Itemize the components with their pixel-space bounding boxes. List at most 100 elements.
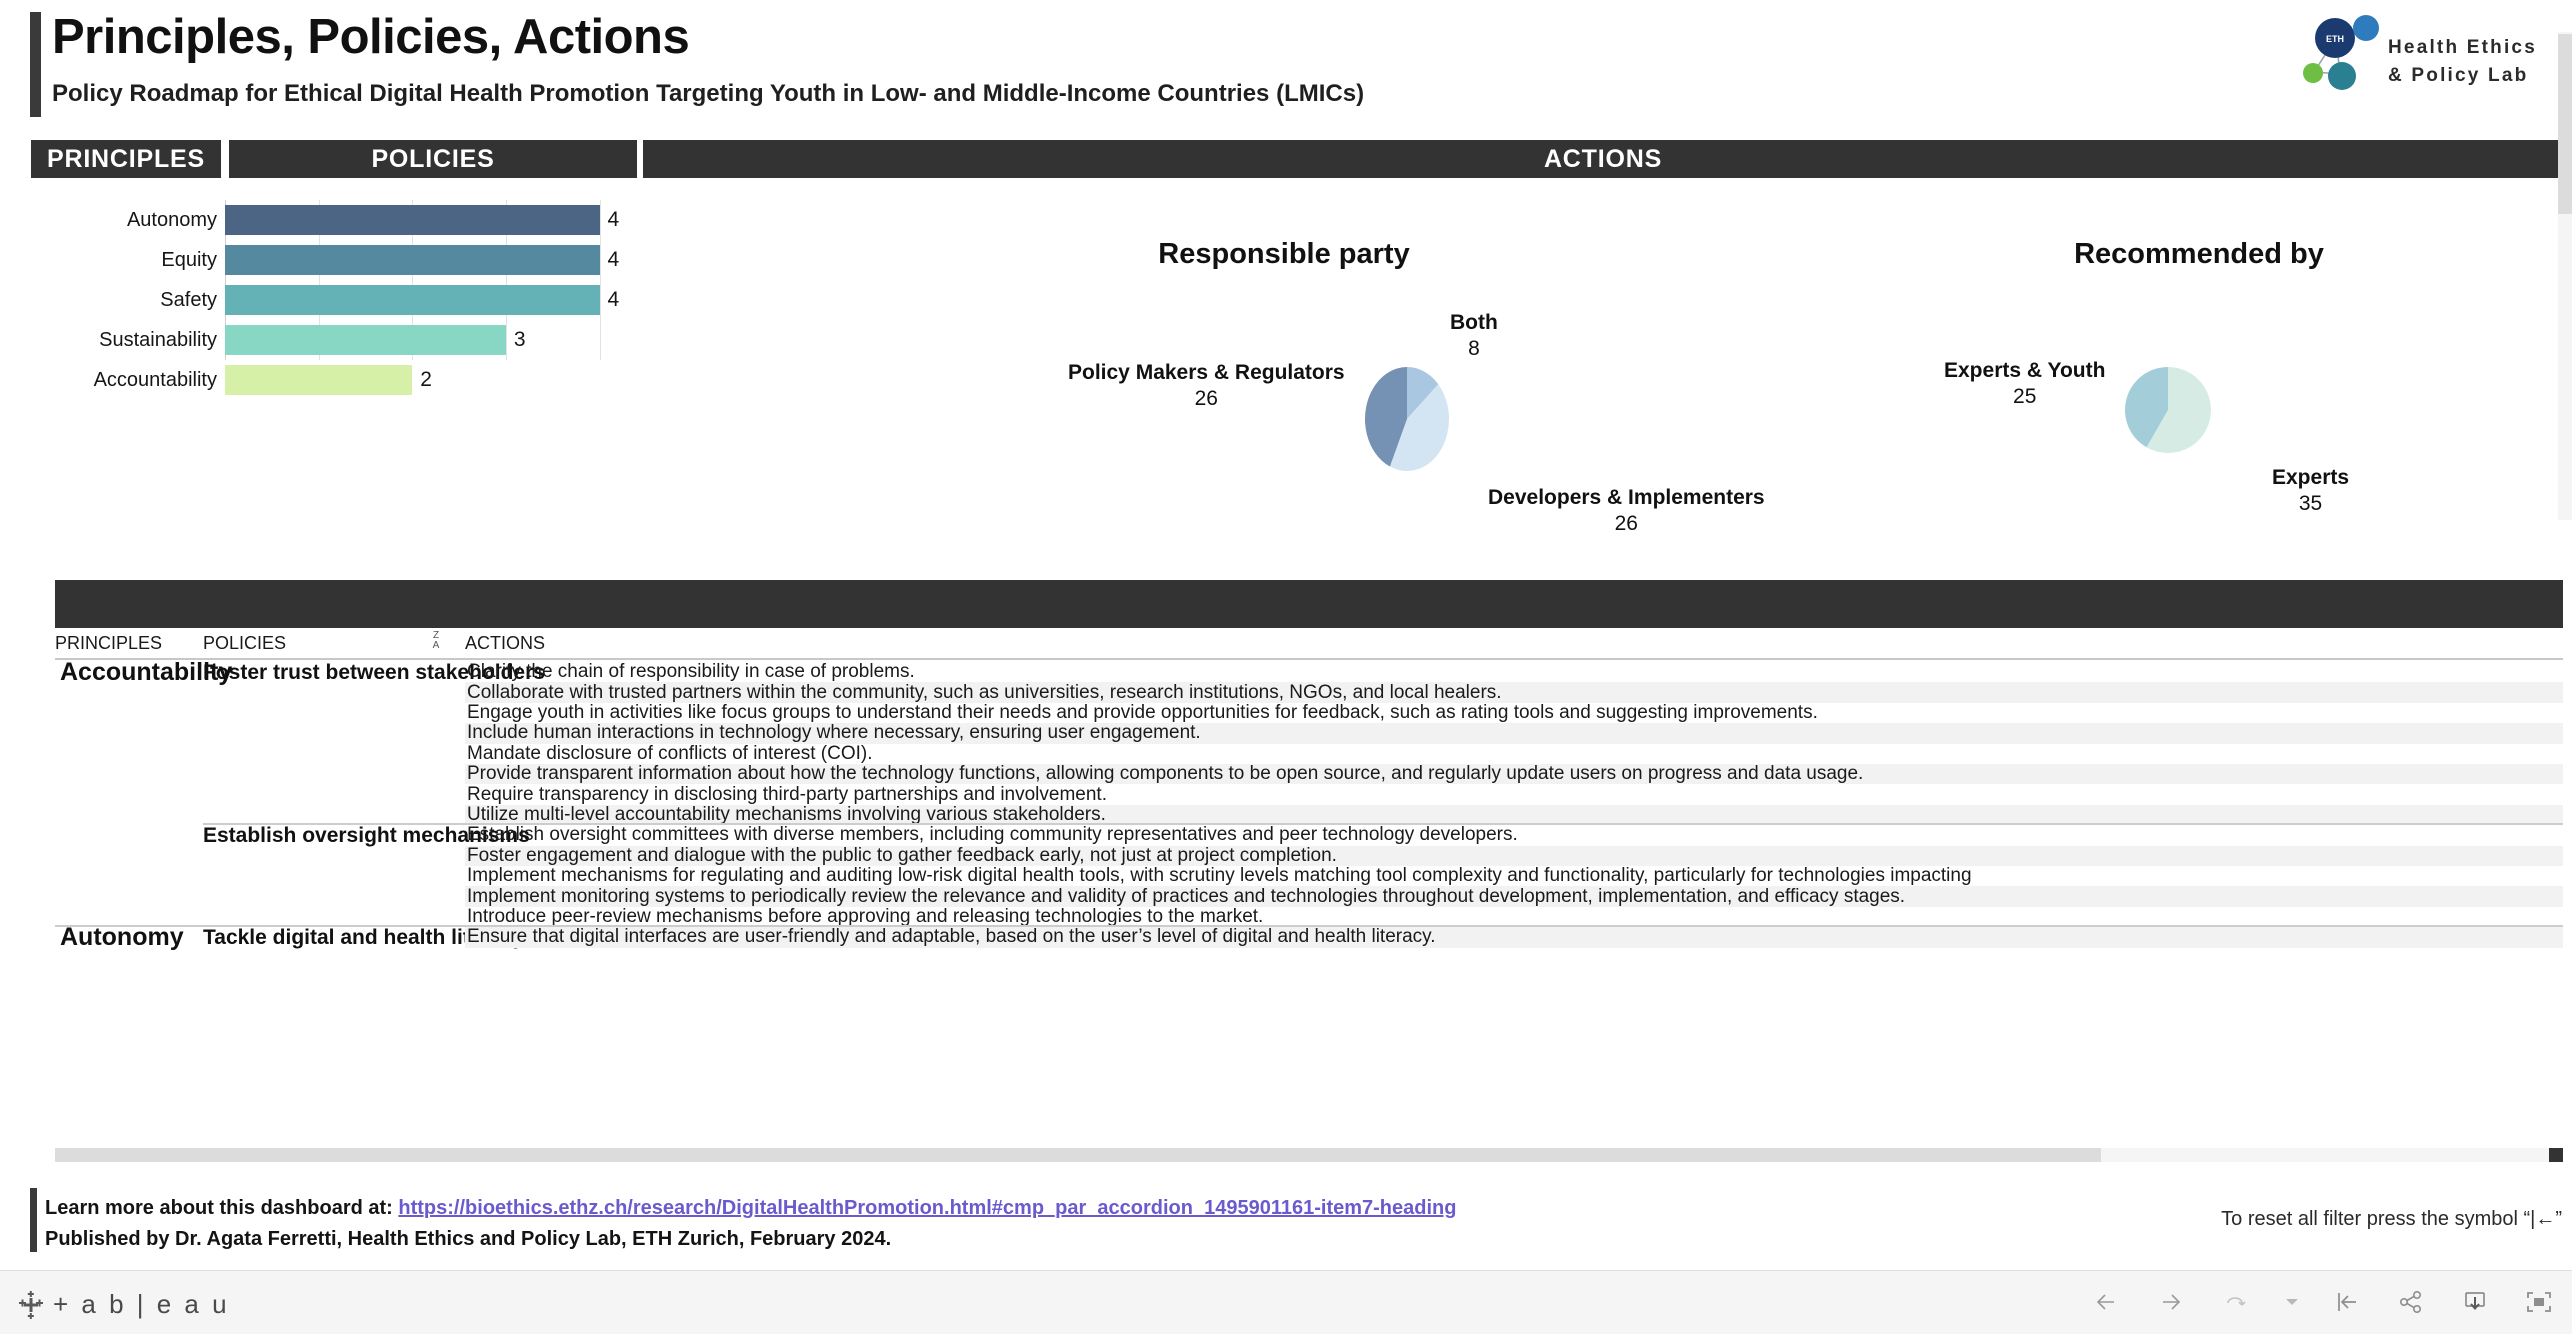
pie-label-policy-makers: Policy Makers & Regulators 26	[1068, 360, 1345, 413]
bar-value-label: 4	[607, 248, 620, 271]
bar-track: 3	[225, 320, 637, 360]
table-horizontal-scrollbar-thumb[interactable]	[55, 1148, 2101, 1162]
pie-label-experts-youth: Experts & Youth 25	[1944, 358, 2105, 411]
section-banner-policies: POLICIES	[229, 140, 637, 178]
health-ethics-policy-lab-logo: ETH Health Ethics & Policy Lab	[2296, 12, 2556, 90]
pie-label-text: Experts	[2272, 466, 2350, 489]
footer-prefix: Learn more about this dashboard at:	[45, 1197, 399, 1219]
action-row[interactable]: Collaborate with trusted partners within…	[465, 682, 2563, 703]
column-header-actions[interactable]: ACTIONS	[465, 628, 545, 658]
pie-label-value: 8	[1468, 337, 1480, 361]
action-row[interactable]: Require transparency in disclosing third…	[465, 784, 2563, 804]
bar-category-label: Autonomy	[126, 208, 217, 231]
responsible-party-chart-title: Responsible party	[1158, 238, 1410, 270]
section-banner-principles: PRINCIPLES	[31, 140, 221, 178]
logo-wordmark: Health Ethics & Policy Lab	[2388, 34, 2537, 89]
table-header-divider	[55, 658, 2563, 660]
bar-category-label: Sustainability	[99, 328, 217, 351]
page-subtitle: Policy Roadmap for Ethical Digital Healt…	[52, 80, 1365, 107]
pie-label-value: 35	[2298, 492, 2323, 516]
download-icon[interactable]	[2458, 1285, 2492, 1319]
revert-icon[interactable]	[2220, 1285, 2254, 1319]
fullscreen-icon[interactable]	[2522, 1285, 2556, 1319]
bar-fill[interactable]	[225, 205, 600, 235]
forward-arrow-icon[interactable]	[2156, 1285, 2190, 1319]
bar-fill[interactable]	[225, 245, 600, 275]
sort-za-icon[interactable]: ZA	[428, 631, 444, 655]
bar-fill[interactable]	[225, 365, 413, 395]
footer-line-1: Learn more about this dashboard at: http…	[45, 1197, 1456, 1220]
pie-label-text: Policy Makers & Regulators	[1068, 361, 1345, 384]
action-row[interactable]: Implement mechanisms for regulating and …	[465, 866, 2563, 886]
bar-row[interactable]: Accountability 2	[31, 360, 637, 400]
bar-track: 4	[225, 240, 637, 280]
reset-filter-hint: To reset all filter press the symbol “|←…	[2221, 1208, 2562, 1230]
table-section-banner	[55, 580, 2563, 628]
dropdown-caret-icon[interactable]	[2284, 1285, 2300, 1319]
bar-row[interactable]: Safety 4	[31, 280, 637, 320]
bar-row[interactable]: Equity 4	[31, 240, 637, 280]
bar-category-label: Accountability	[93, 368, 217, 391]
bar-category-label: Safety	[160, 288, 217, 311]
table-vertical-scrollbar-thumb[interactable]	[2558, 34, 2572, 214]
bar-row[interactable]: Autonomy 4	[31, 200, 637, 240]
page-title: Principles, Policies, Actions	[52, 10, 690, 64]
action-row[interactable]: Implement monitoring systems to periodic…	[465, 886, 2563, 907]
action-row[interactable]: Provide transparent information about ho…	[465, 764, 2563, 785]
pie-label-experts: Experts 35	[2272, 465, 2349, 518]
footer-line-2: Published by Dr. Agata Ferretti, Health …	[45, 1228, 892, 1250]
share-icon[interactable]	[2394, 1285, 2428, 1319]
action-row[interactable]: Clarify the chain of responsibility in c…	[465, 662, 2563, 682]
tableau-wordmark: + a b | e a u	[53, 1289, 230, 1319]
action-row[interactable]: Include human interactions in technology…	[465, 723, 2563, 744]
column-header-principles[interactable]: PRINCIPLES	[55, 628, 162, 658]
pie-label-text: Both	[1450, 311, 1498, 334]
bar-value-label: 4	[607, 288, 620, 311]
action-row[interactable]: Mandate disclosure of conflicts of inter…	[465, 744, 2563, 764]
responsible-party-pie-chart[interactable]	[1363, 365, 1451, 473]
pie-label-value: 26	[1614, 512, 1638, 536]
bar-fill[interactable]	[225, 285, 600, 315]
bar-value-label: 4	[607, 208, 620, 231]
action-row[interactable]: Engage youth in activities like focus gr…	[465, 703, 2563, 723]
bar-track: 2	[225, 360, 637, 400]
action-row[interactable]: Foster engagement and dialogue with the …	[465, 845, 2563, 866]
svg-text:ETH: ETH	[2326, 34, 2344, 44]
reset-icon[interactable]	[2330, 1285, 2364, 1319]
tableau-toolbar[interactable]: + a b | e a u	[0, 1270, 2572, 1334]
principle-cell[interactable]: Autonomy	[60, 923, 184, 952]
action-row[interactable]: Introduce peer-review mechanisms before …	[465, 907, 2563, 927]
pie-label-text: Developers & Implementers	[1488, 486, 1765, 509]
bar-row[interactable]: Sustainability 3	[31, 320, 637, 360]
pie-label-value: 25	[2013, 385, 2037, 409]
bar-value-label: 3	[513, 328, 526, 351]
back-arrow-icon[interactable]	[2092, 1285, 2126, 1319]
action-row[interactable]: Establish oversight committees with dive…	[465, 825, 2563, 845]
recommended-by-chart-title: Recommended by	[2074, 238, 2324, 270]
column-header-policies[interactable]: POLICIES	[203, 628, 286, 658]
tableau-toolbar-icons[interactable]	[2092, 1285, 2556, 1319]
principles-bar-chart[interactable]: Autonomy 4 Equity 4 Safety 4 Sustainability 3 Ac…	[31, 200, 637, 395]
pie-label-developers: Developers & Implementers 26	[1488, 485, 1765, 538]
tableau-logo[interactable]: + a b | e a u	[16, 1289, 230, 1320]
bar-track: 4	[225, 200, 637, 240]
logo-line-2: & Policy Lab	[2388, 64, 2529, 86]
tableau-sparkle-icon	[19, 1290, 43, 1319]
principles-policies-actions-table[interactable]: PRINCIPLES POLICIES ACTIONS ZA Accountab…	[55, 628, 2563, 1148]
recommended-by-pie-chart[interactable]	[2123, 365, 2213, 455]
bar-category-label: Equity	[161, 248, 217, 271]
header-accent-bar	[30, 12, 41, 117]
scrollbar-corner	[2549, 1148, 2563, 1162]
pie-label-value: 26	[1194, 387, 1218, 411]
pie-label-text: Experts & Youth	[1944, 359, 2106, 382]
bar-value-label: 2	[420, 368, 432, 391]
logo-nodes-icon: ETH	[2303, 15, 2379, 90]
bar-fill[interactable]	[225, 325, 506, 355]
dashboard-link[interactable]: https://bioethics.ethz.ch/research/Digit…	[398, 1197, 1456, 1219]
section-banner-actions: ACTIONS	[643, 140, 2563, 178]
action-row[interactable]: Utilize multi-level accountability mecha…	[465, 804, 2563, 826]
bar-track: 4	[225, 280, 637, 320]
footer-accent-bar	[30, 1188, 37, 1252]
action-row[interactable]: Ensure that digital interfaces are user-…	[465, 927, 2563, 948]
logo-line-1: Health Ethics	[2388, 37, 2537, 58]
